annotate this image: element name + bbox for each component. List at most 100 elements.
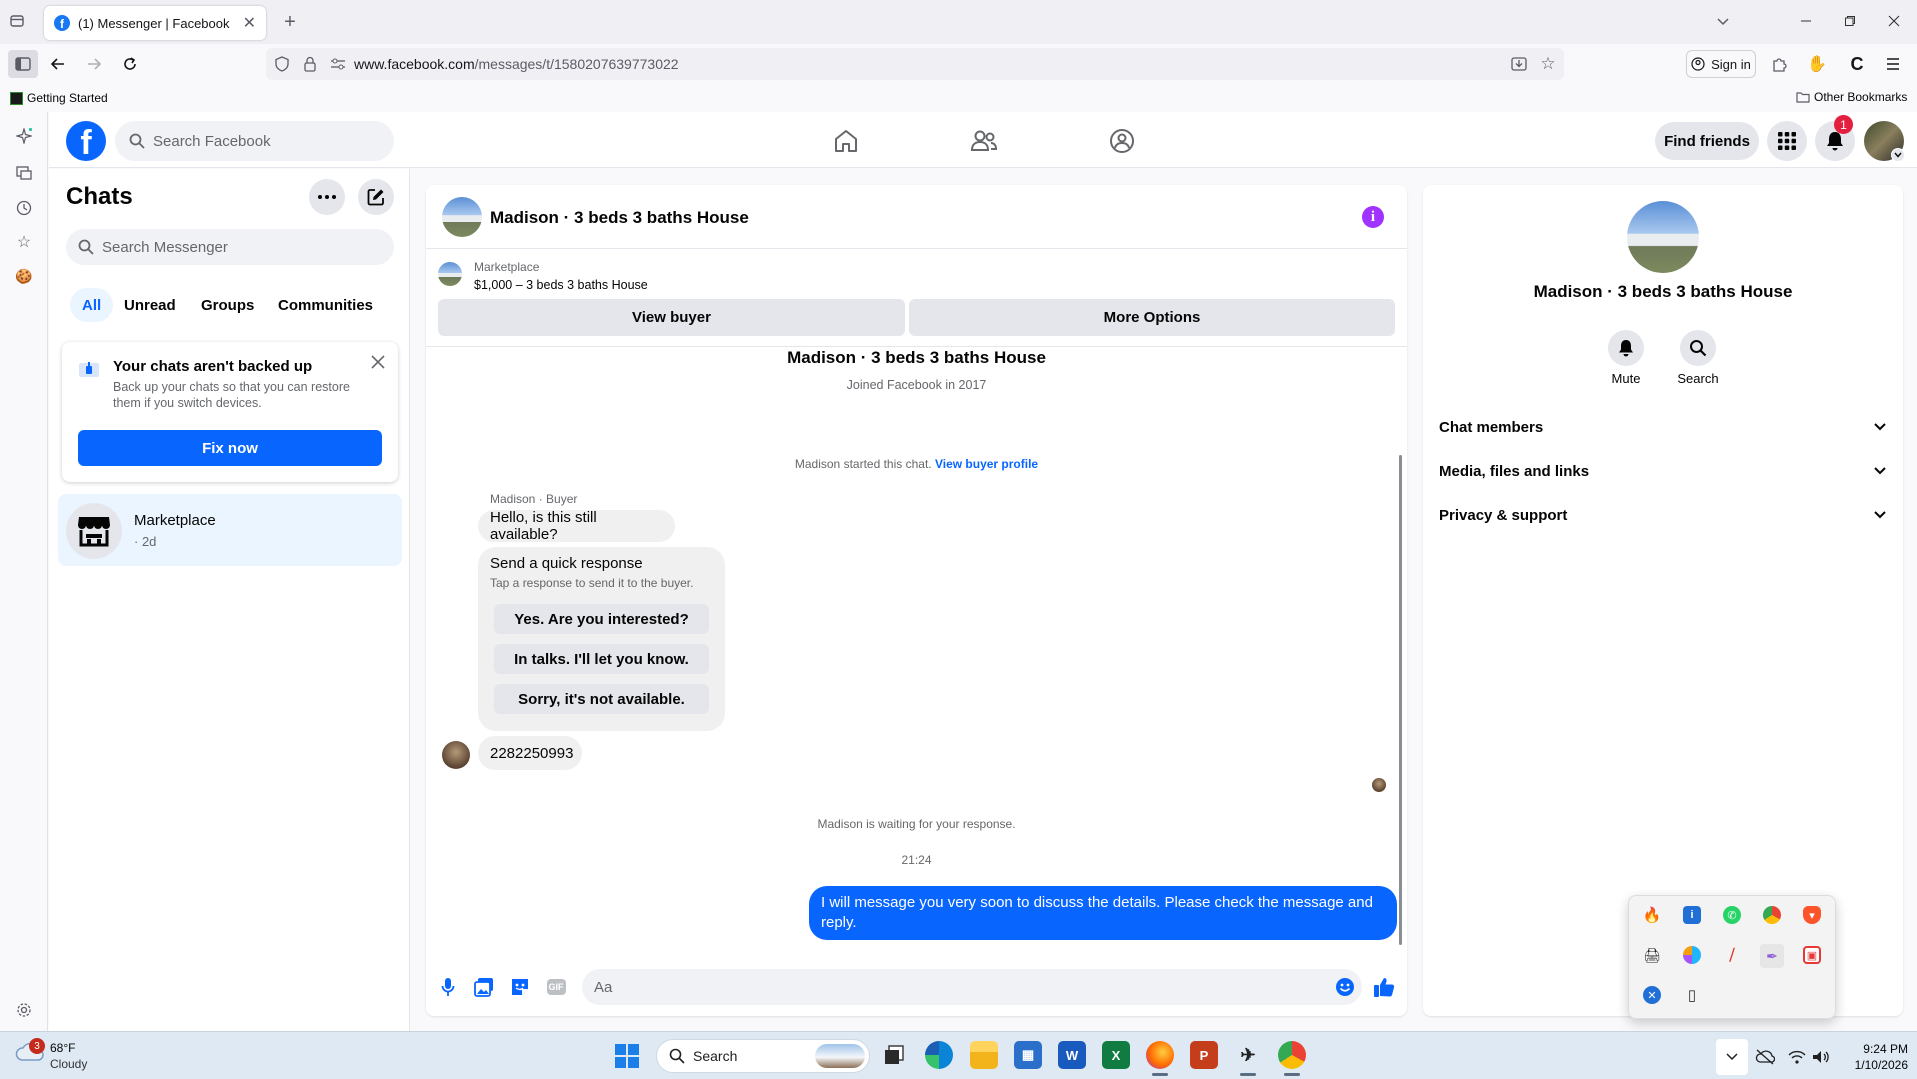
weather-desc[interactable]: Cloudy — [50, 1057, 87, 1071]
usb-eject-tray-icon[interactable]: ▯ — [1683, 986, 1701, 1004]
save-to-pocket-icon[interactable] — [1508, 54, 1530, 74]
lock-icon[interactable] — [300, 54, 320, 74]
details-search-icon[interactable] — [1680, 330, 1716, 366]
groups-nav-icon[interactable] — [1102, 124, 1142, 158]
extension-cookie-icon[interactable]: ✋ — [1806, 53, 1828, 75]
microsoft-store-icon[interactable]: ▦ — [1014, 1041, 1042, 1069]
chats-more-options-icon[interactable] — [309, 179, 345, 215]
find-friends-button[interactable]: Find friends — [1655, 122, 1759, 160]
wifi-icon[interactable] — [1786, 1047, 1808, 1067]
conversation-info-icon[interactable]: i — [1362, 206, 1384, 228]
cloud-sync-off-icon[interactable] — [1754, 1047, 1776, 1067]
pdf-tray-icon[interactable]: ▣ — [1803, 946, 1821, 964]
outgoing-message[interactable]: I will message you very soon to discuss … — [809, 886, 1397, 940]
firefox-icon[interactable] — [1146, 1041, 1174, 1069]
new-message-compose-icon[interactable] — [358, 179, 394, 215]
gif-icon[interactable]: GIF — [544, 975, 568, 999]
tab-list-icon[interactable] — [6, 10, 28, 32]
task-view-icon[interactable] — [880, 1041, 908, 1069]
filter-all[interactable]: All — [70, 288, 114, 322]
message-composer-input[interactable]: Aa — [582, 969, 1362, 1005]
facebook-logo[interactable]: f — [66, 121, 106, 161]
quick-response-option[interactable]: Sorry, it's not available. — [494, 684, 709, 714]
extension-c-icon[interactable]: C — [1846, 53, 1868, 75]
brave-tray-icon[interactable]: ▾ — [1803, 906, 1821, 924]
minimize-window-icon[interactable] — [1792, 8, 1820, 34]
sidebar-toggle-icon[interactable] — [8, 50, 38, 78]
synced-tabs-icon[interactable] — [12, 160, 36, 184]
show-hidden-icons-chevron-icon[interactable] — [1716, 1039, 1748, 1075]
url-bar[interactable]: www.facebook.com/messages/t/158020763977… — [266, 48, 1564, 80]
messenger-search-input[interactable]: Search Messenger — [66, 229, 394, 265]
chrome-tray-icon[interactable] — [1763, 906, 1781, 924]
bookmark-star-icon[interactable]: ☆ — [1537, 53, 1559, 75]
voice-clip-mic-icon[interactable] — [436, 975, 460, 999]
inkscape-icon[interactable]: ✈ — [1234, 1041, 1262, 1069]
printer-tray-icon[interactable]: 🖨 — [1643, 946, 1661, 964]
accordion-chat-members[interactable]: Chat members — [1439, 407, 1887, 447]
shield-icon[interactable] — [272, 54, 292, 74]
filter-groups[interactable]: Groups — [189, 288, 266, 322]
view-buyer-button[interactable]: View buyer — [438, 299, 905, 336]
menu-grid-icon[interactable] — [1767, 121, 1807, 161]
close-window-icon[interactable] — [1880, 8, 1908, 34]
tab-overflow-chevron-icon[interactable] — [1712, 10, 1734, 32]
bookmark-getting-started[interactable]: Getting Started — [10, 91, 108, 105]
accordion-media-files-links[interactable]: Media, files and links — [1439, 451, 1887, 491]
filter-communities[interactable]: Communities — [266, 288, 385, 322]
mute-bell-icon[interactable] — [1608, 330, 1644, 366]
conversation-title[interactable]: Madison · 3 beds 3 baths House — [490, 208, 749, 228]
restore-window-icon[interactable] — [1836, 8, 1864, 34]
thumbs-up-like-icon[interactable] — [1372, 975, 1396, 999]
sticker-icon[interactable] — [508, 975, 532, 999]
whatsapp-tray-icon[interactable]: ✆ — [1723, 906, 1741, 924]
copilot-tray-icon[interactable] — [1683, 946, 1701, 964]
reload-icon[interactable] — [118, 52, 142, 76]
other-bookmarks[interactable]: Other Bookmarks — [1796, 90, 1907, 104]
incoming-message[interactable]: Hello, is this still available? — [478, 509, 675, 543]
ai-chatbot-sparkle-icon[interactable] — [12, 124, 36, 148]
file-explorer-icon[interactable] — [970, 1041, 998, 1069]
quick-response-option[interactable]: In talks. I'll let you know. — [494, 644, 709, 674]
history-clock-icon[interactable] — [12, 196, 36, 220]
taskbar-search-box[interactable]: Search — [656, 1039, 870, 1073]
emoji-icon[interactable] — [1333, 975, 1357, 999]
details-avatar-house[interactable] — [1627, 201, 1699, 273]
facebook-search-input[interactable]: Search Facebook — [115, 121, 394, 161]
close-tab-icon[interactable]: ✕ — [243, 13, 256, 33]
windows-start-icon[interactable] — [614, 1043, 640, 1069]
flame-tray-icon[interactable]: 🔥 — [1643, 906, 1662, 924]
sender-avatar[interactable] — [442, 741, 470, 769]
sidebar-settings-gear-icon[interactable] — [12, 998, 36, 1022]
back-arrow-icon[interactable] — [46, 52, 70, 76]
chrome-icon[interactable] — [1278, 1041, 1306, 1069]
account-chevron-down-icon[interactable] — [1891, 148, 1905, 162]
clock-time[interactable]: 9:24 PM — [1836, 1042, 1908, 1056]
volume-speaker-icon[interactable] — [1810, 1047, 1832, 1067]
close-backup-card-icon[interactable] — [368, 352, 388, 372]
app-menu-icon[interactable] — [1882, 53, 1904, 75]
info-tray-icon[interactable]: i — [1683, 906, 1701, 924]
excel-icon[interactable]: X — [1102, 1041, 1130, 1069]
extensions-puzzle-icon[interactable] — [1768, 53, 1790, 75]
fix-now-button[interactable]: Fix now — [78, 430, 382, 466]
forward-arrow-icon[interactable] — [82, 52, 106, 76]
incoming-message[interactable]: 2282250993 — [478, 736, 582, 770]
quick-response-option[interactable]: Yes. Are you interested? — [494, 604, 709, 634]
security-shield-tray-icon[interactable]: ✕ — [1643, 986, 1661, 1004]
sign-in-button[interactable]: Sign in — [1686, 50, 1756, 78]
new-tab-icon[interactable]: + — [278, 10, 302, 34]
more-options-button[interactable]: More Options — [909, 299, 1395, 336]
friends-nav-icon[interactable] — [964, 124, 1004, 158]
bookmarks-star-icon[interactable]: ☆ — [12, 230, 36, 254]
view-buyer-profile-link[interactable]: View buyer profile — [935, 457, 1038, 471]
office-tray-icon[interactable]: ⧸ — [1723, 946, 1741, 964]
clock-date[interactable]: 1/10/2026 — [1836, 1058, 1908, 1072]
accordion-privacy-support[interactable]: Privacy & support — [1439, 495, 1887, 535]
weather-temp[interactable]: 68°F — [50, 1041, 75, 1055]
conversation-avatar-house[interactable] — [442, 197, 482, 237]
word-icon[interactable]: W — [1058, 1041, 1086, 1069]
browser-tab-messenger[interactable]: f (1) Messenger | Facebook ✕ — [44, 6, 266, 40]
edge-browser-icon[interactable] — [925, 1041, 953, 1069]
permissions-icon[interactable] — [328, 54, 348, 74]
